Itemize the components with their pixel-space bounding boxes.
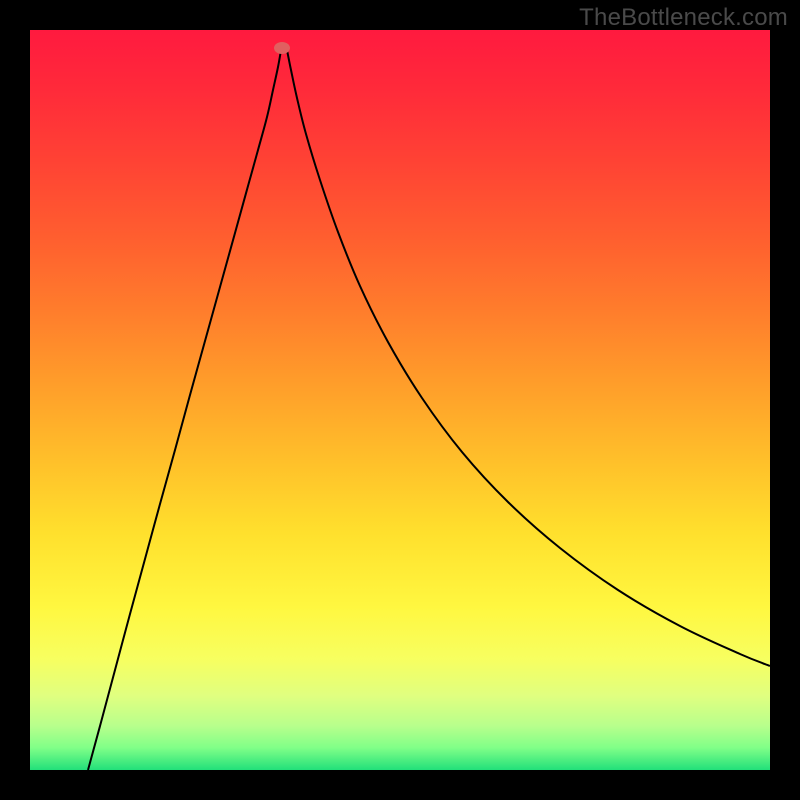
chart-background xyxy=(30,30,770,770)
chart-frame xyxy=(30,30,770,770)
watermark-text: TheBottleneck.com xyxy=(579,4,788,32)
bottleneck-chart xyxy=(30,30,770,770)
optimum-marker xyxy=(274,42,290,54)
